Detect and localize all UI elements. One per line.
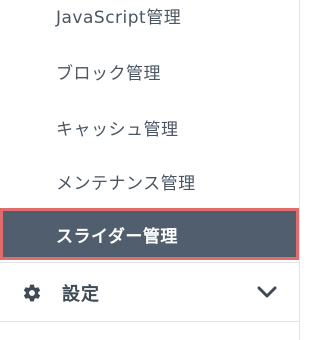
sidebar-item-cache[interactable]: キャッシュ管理 — [0, 100, 299, 154]
sidebar-item-slider[interactable]: スライダー管理 — [0, 208, 299, 260]
sidebar-item-block[interactable]: ブロック管理 — [0, 44, 299, 98]
sidebar-item-label: キャッシュ管理 — [56, 119, 179, 140]
sidebar-item-label: メンテナンス管理 — [56, 173, 196, 194]
sidebar-item-maintenance[interactable]: メンテナンス管理 — [0, 154, 299, 208]
sidebar: JavaScript管理 ブロック管理 キャッシュ管理 メンテナンス管理 スライ… — [0, 0, 300, 340]
chevron-down-icon[interactable] — [257, 285, 277, 299]
settings-section-label: 設定 — [62, 284, 100, 305]
sidebar-item-label: JavaScript管理 — [56, 7, 182, 28]
sidebar-item-label: ブロック管理 — [56, 63, 161, 84]
gear-icon — [23, 284, 41, 302]
sidebar-right-divider — [299, 0, 300, 340]
settings-section-toggle[interactable]: 設定 — [0, 262, 299, 322]
sidebar-item-label: スライダー管理 — [56, 226, 178, 247]
sidebar-item-javascript[interactable]: JavaScript管理 — [0, 0, 299, 42]
